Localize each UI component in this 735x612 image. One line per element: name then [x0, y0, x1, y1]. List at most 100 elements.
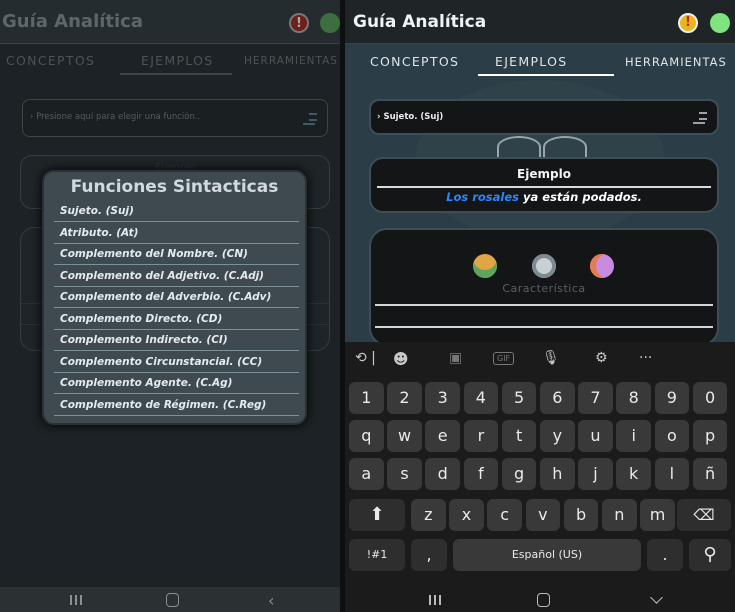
key[interactable]: p: [692, 420, 728, 452]
function-option[interactable]: Complemento del Adjetivo. (C.Adj): [54, 267, 299, 285]
tab-ejemplos[interactable]: EJEMPLOS: [141, 53, 214, 68]
backspace-key[interactable]: ⌫: [677, 499, 731, 531]
key[interactable]: j: [578, 458, 613, 490]
system-nav-bar: [345, 587, 735, 612]
key[interactable]: k: [616, 458, 651, 490]
function-option[interactable]: Complemento de Régimen. (C.Reg): [54, 396, 299, 414]
recent-apps-button[interactable]: [429, 595, 441, 605]
functions-dialog: Funciones Sintacticas Sujeto. (Suj) Atrib…: [42, 170, 307, 425]
shift-key[interactable]: ⬆: [349, 499, 405, 531]
function-option[interactable]: Complemento Agente. (C.Ag): [54, 374, 299, 392]
emoji-icon[interactable]: ☻: [393, 350, 409, 368]
key[interactable]: q: [349, 420, 384, 452]
key[interactable]: v: [525, 499, 561, 531]
list-icon: [693, 111, 707, 125]
system-nav-bar: ‹: [0, 587, 340, 612]
key[interactable]: l: [654, 458, 690, 490]
key[interactable]: 5: [501, 382, 537, 414]
key[interactable]: i: [616, 420, 651, 452]
function-select[interactable]: › Sujeto. (Suj): [369, 99, 719, 135]
key[interactable]: d: [425, 458, 460, 490]
period-key[interactable]: .: [647, 539, 683, 571]
settings-icon[interactable]: ⚙: [595, 350, 608, 366]
back-button[interactable]: ‹: [268, 591, 274, 610]
tab-ejemplos[interactable]: EJEMPLOS: [495, 54, 568, 69]
example-rest: ya están podados.: [519, 190, 642, 204]
function-select[interactable]: › Presione aquí para elegir una función.…: [22, 99, 328, 137]
hide-keyboard-icon[interactable]: [650, 591, 663, 604]
key[interactable]: y: [540, 420, 575, 452]
key[interactable]: e: [425, 420, 460, 452]
key[interactable]: r: [463, 420, 499, 452]
tab-conceptos[interactable]: CONCEPTOS: [370, 54, 459, 69]
app-title: Guía Analítica: [353, 11, 487, 32]
tab-herramientas[interactable]: HERRAMIENTAS: [625, 55, 727, 69]
function-option[interactable]: Complemento Circunstancial. (CC): [54, 353, 299, 371]
key[interactable]: t: [501, 420, 537, 452]
translate-icon[interactable]: ⟲ |: [355, 350, 376, 366]
key[interactable]: 6: [540, 382, 575, 414]
function-option[interactable]: Complemento del Nombre. (CN): [54, 245, 299, 263]
head-profile-icon[interactable]: [590, 254, 614, 278]
tab-underline: [478, 74, 614, 76]
key[interactable]: 2: [387, 382, 422, 414]
tab-conceptos[interactable]: CONCEPTOS: [6, 53, 95, 68]
gif-button[interactable]: GIF: [493, 352, 515, 365]
selected-function: › Sujeto. (Suj): [377, 112, 444, 122]
key[interactable]: ñ: [692, 458, 728, 490]
left-screen: Guía Analítica CONCEPTOS EJEMPLOS HERRAM…: [0, 0, 340, 612]
key[interactable]: g: [501, 458, 537, 490]
app-title: Guía Analítica: [2, 11, 143, 32]
home-button[interactable]: [166, 593, 179, 607]
alert-icon[interactable]: [289, 13, 309, 33]
person-icon[interactable]: [473, 254, 497, 278]
function-select-placeholder: › Presione aquí para elegir una función.…: [30, 112, 201, 122]
app-header: Guía Analítica: [345, 0, 735, 43]
key[interactable]: 4: [463, 382, 499, 414]
function-option[interactable]: Complemento Indirecto. (CI): [54, 331, 299, 349]
example-title: Ejemplo: [517, 167, 571, 181]
key[interactable]: w: [387, 420, 422, 452]
tab-bar: CONCEPTOS EJEMPLOS HERRAMIENTAS: [345, 46, 735, 76]
key[interactable]: 0: [692, 382, 728, 414]
home-button[interactable]: [537, 593, 550, 607]
right-screen: Guía Analítica CONCEPTOS EJEMPLOS HERRAM…: [345, 0, 735, 612]
leaf-icon[interactable]: [710, 13, 730, 33]
search-key[interactable]: ⚲: [689, 539, 731, 571]
key[interactable]: 9: [654, 382, 690, 414]
space-key[interactable]: Español (US): [453, 539, 641, 571]
key[interactable]: h: [540, 458, 575, 490]
key[interactable]: b: [563, 499, 599, 531]
brain-icon[interactable]: [532, 254, 556, 278]
more-icon[interactable]: ···: [639, 350, 652, 366]
key[interactable]: z: [411, 499, 446, 531]
sticker-icon[interactable]: ▣: [449, 350, 462, 366]
key[interactable]: n: [602, 499, 637, 531]
key[interactable]: a: [349, 458, 384, 490]
key[interactable]: 7: [578, 382, 613, 414]
key[interactable]: o: [654, 420, 690, 452]
key[interactable]: 8: [616, 382, 651, 414]
alert-icon[interactable]: [678, 13, 698, 33]
key[interactable]: x: [449, 499, 484, 531]
function-option[interactable]: Atributo. (At): [54, 224, 299, 242]
key[interactable]: 1: [349, 382, 384, 414]
key[interactable]: u: [578, 420, 613, 452]
features-card: Característica: [369, 228, 719, 346]
leaf-icon[interactable]: [320, 13, 340, 33]
comma-key[interactable]: ,: [411, 539, 447, 571]
tab-herramientas[interactable]: HERRAMIENTAS: [244, 55, 338, 67]
function-option[interactable]: Complemento del Adverbio. (C.Adv): [54, 288, 299, 306]
recent-apps-button[interactable]: [70, 595, 82, 605]
key[interactable]: m: [640, 499, 675, 531]
key[interactable]: c: [487, 499, 522, 531]
caption-label: Característica: [502, 282, 586, 295]
function-option[interactable]: Complemento Directo. (CD): [54, 310, 299, 328]
key[interactable]: 3: [425, 382, 460, 414]
symbols-key[interactable]: !#1: [349, 539, 405, 571]
key[interactable]: f: [463, 458, 499, 490]
microphone-icon[interactable]: 🎙: [542, 350, 560, 366]
on-screen-keyboard: ⟲ | ☻ ▣ GIF 🎙 ⚙ ··· 1234567890 qwertyuio…: [345, 342, 735, 587]
function-option[interactable]: Sujeto. (Suj): [54, 202, 299, 220]
key[interactable]: s: [387, 458, 422, 490]
